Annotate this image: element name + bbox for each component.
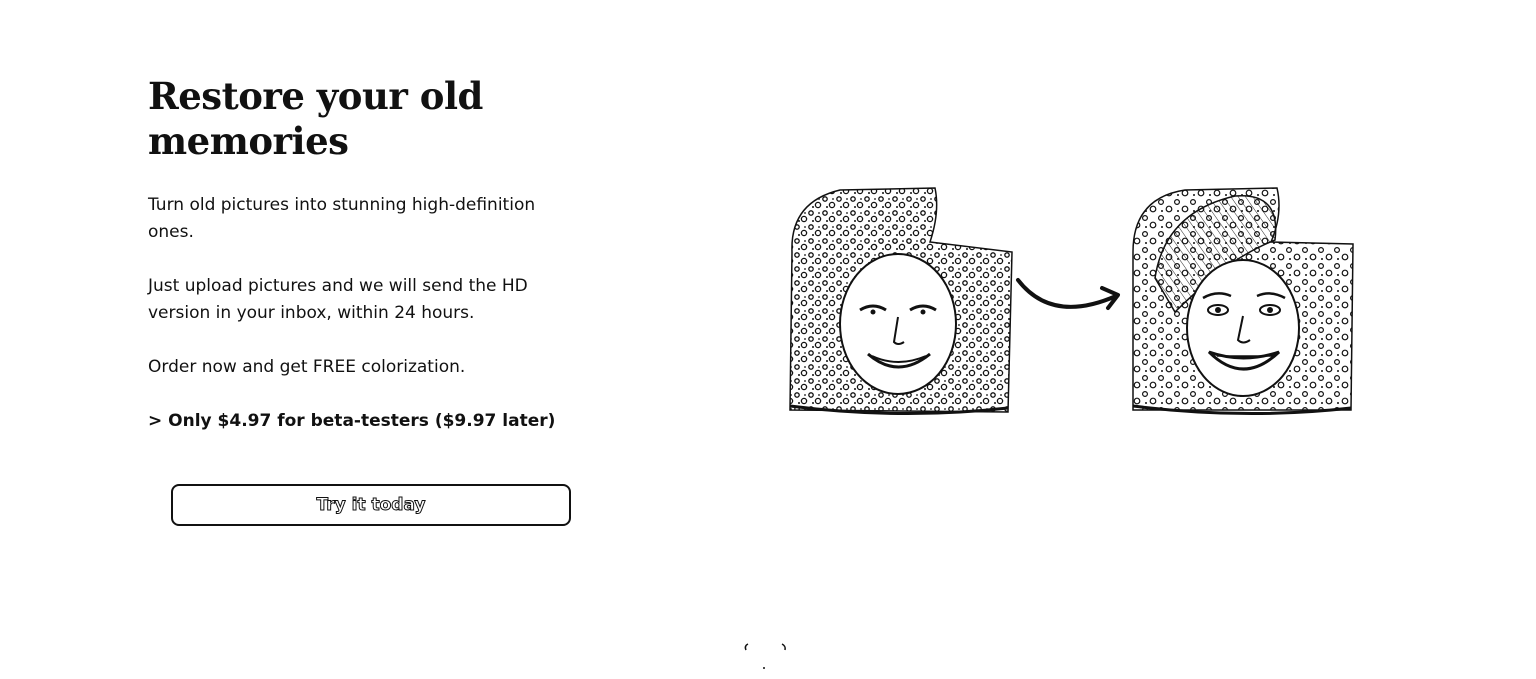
hero-section: Restore your old memories Turn old pictu…: [148, 74, 588, 435]
old-photo-icon: [789, 187, 1013, 416]
before-after-illustration: [780, 182, 1360, 422]
curved-arrow-right-icon: [1016, 278, 1120, 310]
restored-photo-icon: [1132, 187, 1354, 416]
cta-label: Try it today: [316, 495, 426, 516]
offer-paragraph: Order now and get FREE colorization.: [148, 357, 466, 377]
intro-paragraph: Turn old pictures into stunning high-def…: [148, 195, 536, 242]
loading-spinner-icon: [744, 643, 786, 669]
upload-paragraph: Just upload pictures and we will send th…: [148, 276, 528, 323]
price-line: > Only $4.97 for beta-testers ($9.97 lat…: [148, 411, 556, 431]
try-it-today-button[interactable]: Try it today: [171, 484, 571, 526]
page-title: Restore your old memories: [148, 74, 483, 163]
